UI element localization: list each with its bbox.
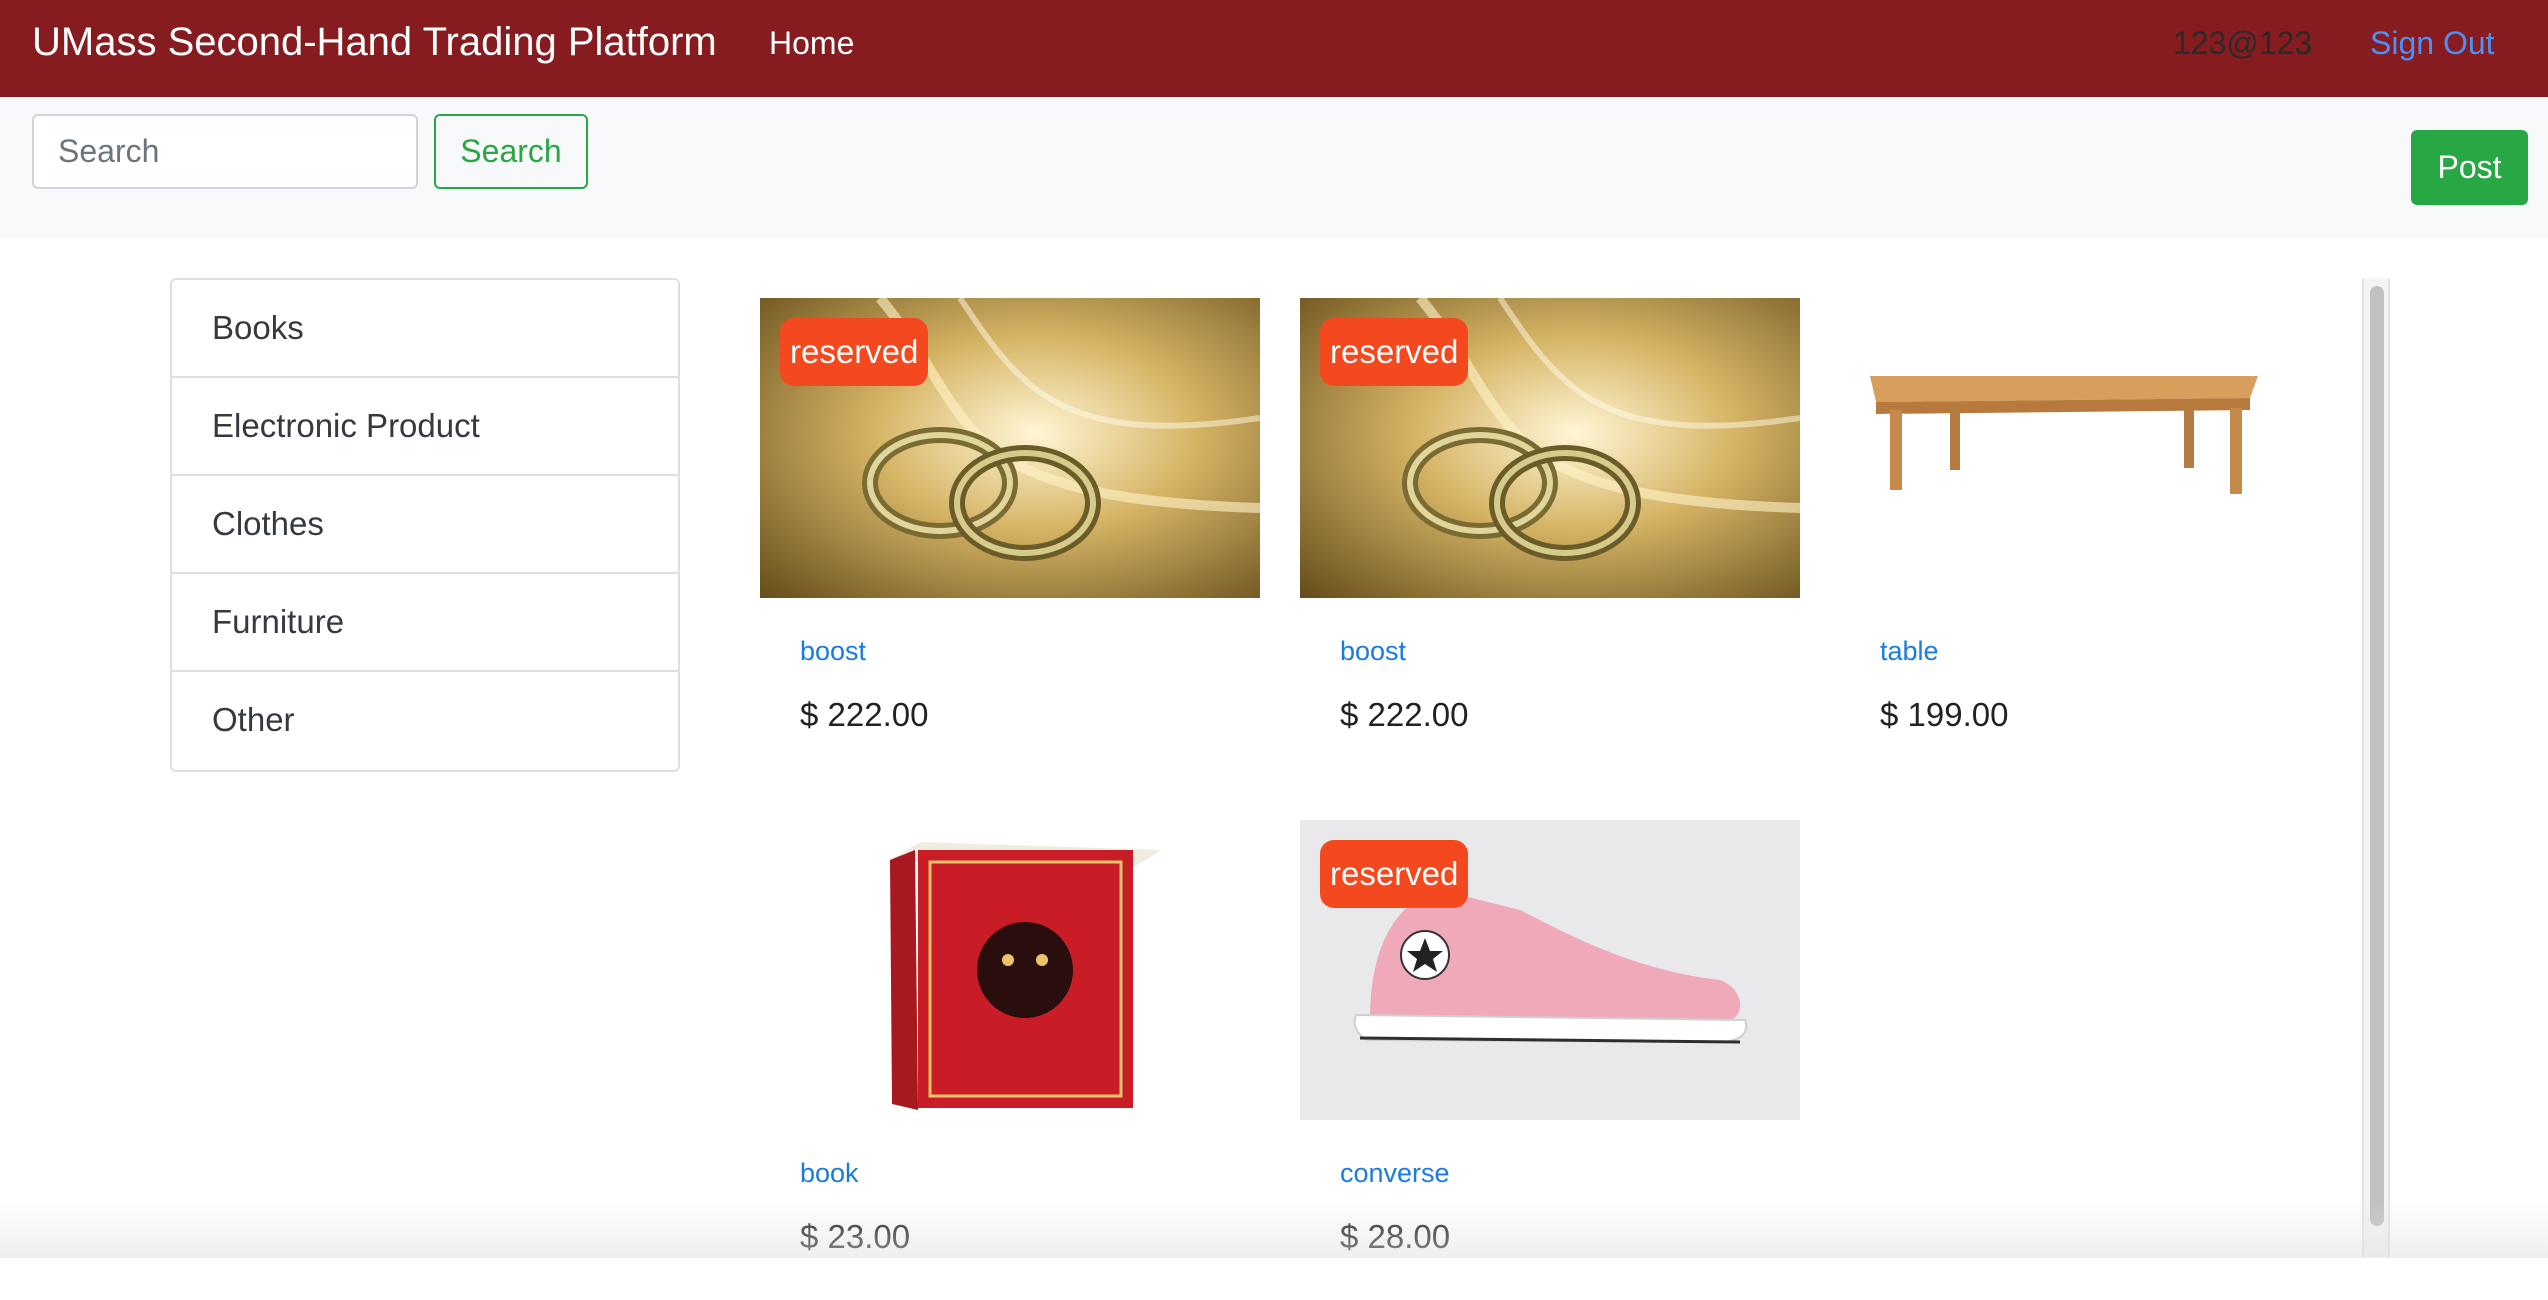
product-price: $ 199.00: [1880, 696, 2009, 733]
product-image-wooden-table[interactable]: [1840, 298, 2340, 598]
product-card[interactable]: reserved boost $ 222.00: [760, 298, 1260, 778]
product-card[interactable]: book $ 23.00: [760, 820, 1260, 1300]
product-card[interactable]: reserved boost $ 222.00: [1300, 298, 1800, 778]
reserved-badge: reserved: [1320, 840, 1469, 908]
reserved-badge: reserved: [780, 318, 929, 386]
category-clothes[interactable]: Clothes: [172, 476, 678, 574]
category-other[interactable]: Other: [172, 672, 678, 770]
product-card[interactable]: table $ 199.00: [1840, 298, 2340, 778]
product-price: $ 222.00: [1340, 696, 1469, 733]
sign-out-link[interactable]: Sign Out: [2370, 23, 2495, 63]
scrollbar-thumb[interactable]: [2370, 286, 2384, 1226]
category-furniture[interactable]: Furniture: [172, 574, 678, 672]
brand-title[interactable]: UMass Second-Hand Trading Platform: [32, 18, 717, 66]
category-list: Books Electronic Product Clothes Furnitu…: [170, 278, 680, 772]
search-button[interactable]: Search: [434, 114, 588, 189]
nav-home-link[interactable]: Home: [769, 23, 854, 63]
user-email: 123@123: [2173, 25, 2313, 61]
product-price: $ 28.00: [1340, 1218, 1451, 1255]
product-price: $ 222.00: [800, 696, 929, 733]
reserved-badge: reserved: [1320, 318, 1469, 386]
product-title-link[interactable]: table: [1880, 636, 1939, 667]
product-card[interactable]: reserved converse $ 28.00: [1300, 820, 1800, 1300]
bottom-fade: [0, 1200, 2548, 1258]
category-electronic-product[interactable]: Electronic Product: [172, 378, 678, 476]
product-title-link[interactable]: boost: [1340, 636, 1406, 667]
product-image-red-book[interactable]: [760, 820, 1260, 1120]
search-input[interactable]: [32, 114, 418, 189]
product-title-link[interactable]: book: [800, 1158, 859, 1189]
scrollbar[interactable]: [2362, 278, 2390, 1258]
post-button[interactable]: Post: [2411, 130, 2528, 205]
category-books[interactable]: Books: [172, 280, 678, 378]
product-title-link[interactable]: converse: [1340, 1158, 1450, 1189]
top-navbar: UMass Second-Hand Trading Platform Home …: [0, 0, 2548, 97]
product-title-link[interactable]: boost: [800, 636, 866, 667]
search-toolbar: Search Post: [0, 97, 2548, 238]
product-price: $ 23.00: [800, 1218, 911, 1255]
